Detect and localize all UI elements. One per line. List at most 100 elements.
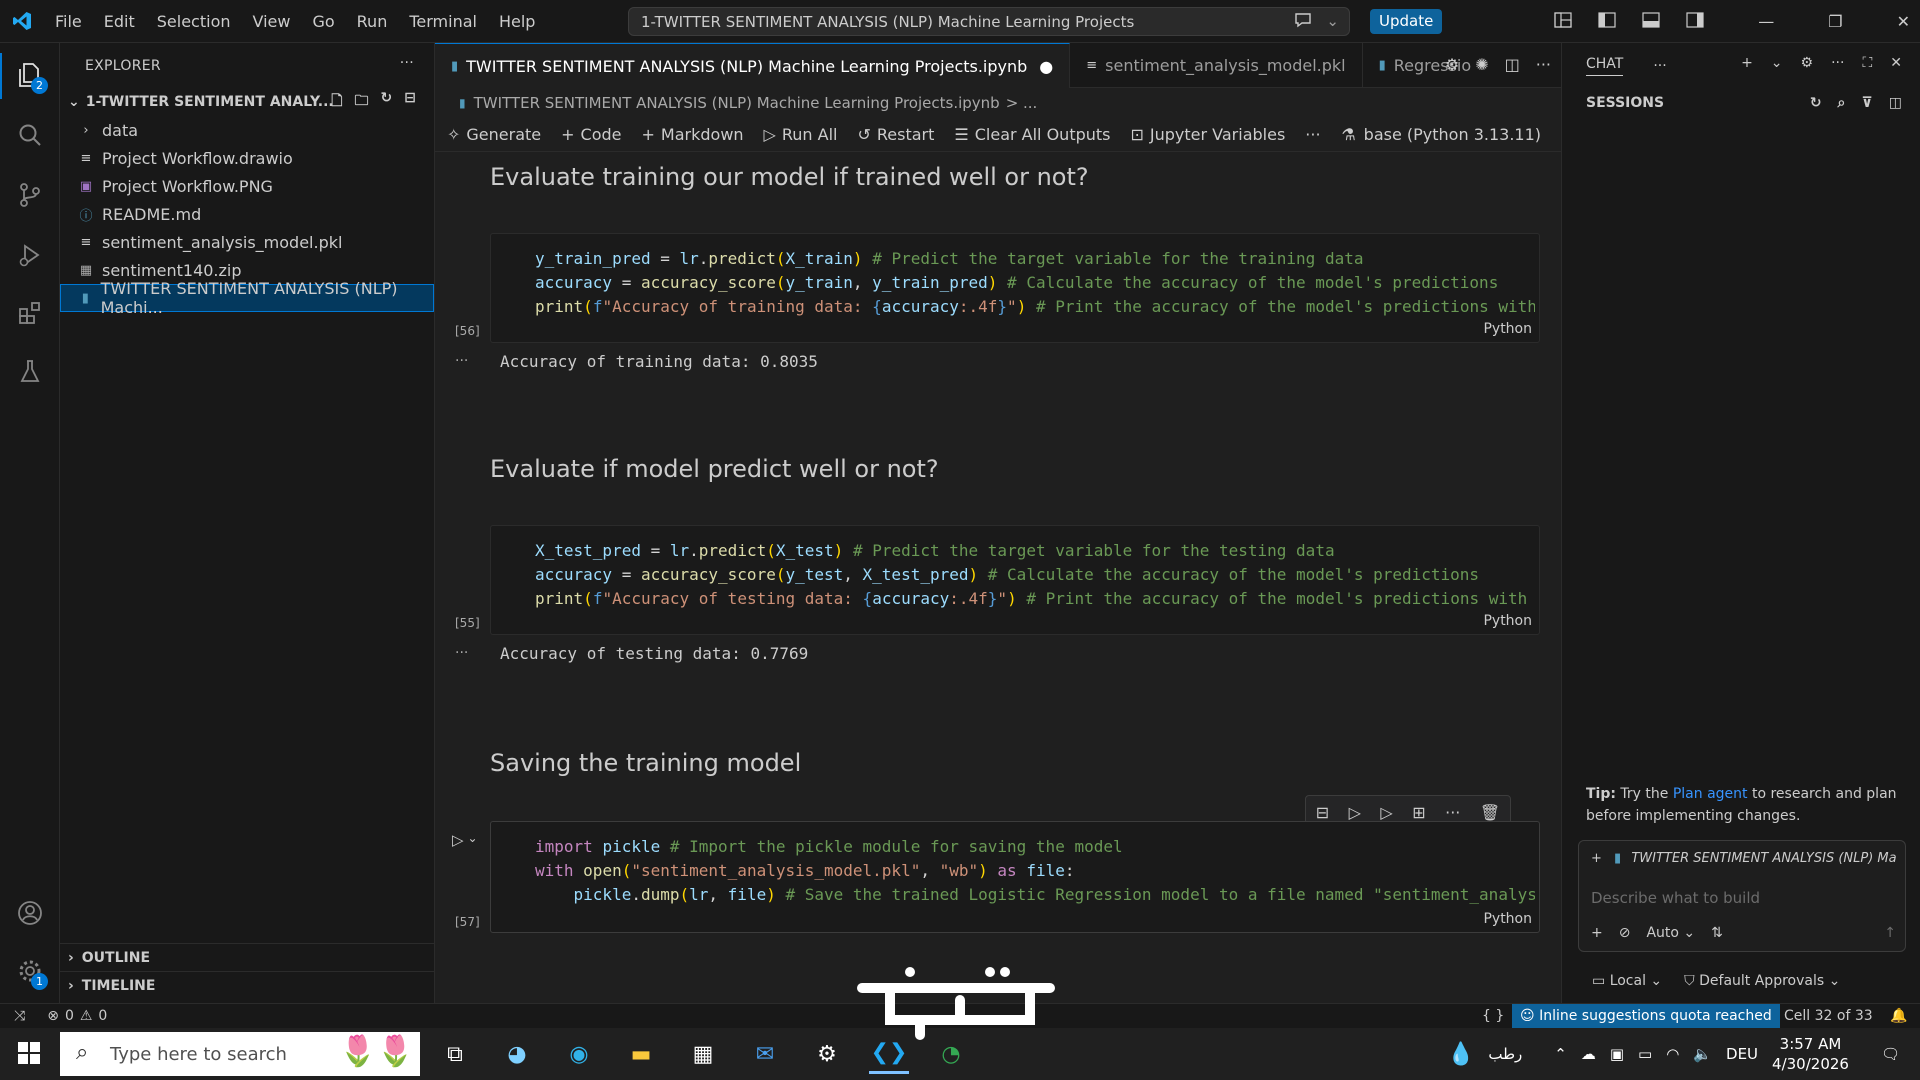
settings-sliders-icon[interactable]: ⇅: [1711, 925, 1723, 941]
close-icon[interactable]: ✕: [1890, 55, 1902, 71]
weather-drop-icon[interactable]: 💧: [1447, 1042, 1474, 1067]
add-context-icon[interactable]: +: [1591, 925, 1603, 941]
toggle-panel-icon[interactable]: [1642, 11, 1660, 32]
code-cell-focused[interactable]: import pickle # Import the pickle module…: [490, 821, 1540, 933]
edge-icon[interactable]: ◉: [559, 1034, 599, 1074]
run-cell-control[interactable]: ▷ ⌄: [452, 831, 492, 849]
language-braces[interactable]: { }: [1482, 1008, 1504, 1024]
refresh-icon[interactable]: ↻: [381, 90, 393, 114]
output-menu-icon[interactable]: ···: [455, 645, 468, 661]
account-icon[interactable]: [14, 897, 46, 929]
mail-icon[interactable]: ✉: [745, 1034, 785, 1074]
close-icon[interactable]: ✕: [1897, 12, 1910, 31]
battery-icon[interactable]: ▭: [1638, 1045, 1652, 1063]
network-monitor-icon[interactable]: ▣: [1610, 1045, 1624, 1063]
copilot-app-icon[interactable]: ◕: [497, 1034, 537, 1074]
layout-icon[interactable]: ◫: [1889, 95, 1902, 111]
generate-button[interactable]: ✧ Generate: [447, 125, 541, 144]
run-by-line-icon[interactable]: ⊟: [1316, 803, 1329, 822]
chrome-icon[interactable]: ◔: [931, 1034, 971, 1074]
output-menu-icon[interactable]: ···: [455, 353, 468, 369]
more-actions-icon[interactable]: ···: [400, 55, 414, 71]
kernel-picker[interactable]: ⚗ base (Python 3.13.11): [1341, 125, 1541, 144]
more-actions-icon[interactable]: ···: [1831, 55, 1844, 71]
restore-icon[interactable]: ❐: [1828, 12, 1842, 31]
onedrive-icon[interactable]: ☁: [1581, 1045, 1596, 1063]
unsaved-dot[interactable]: ●: [1039, 57, 1053, 76]
code-cell[interactable]: y_train_pred = lr.predict(X_train) # Pre…: [490, 233, 1540, 343]
mode-picker[interactable]: Auto ⌄: [1646, 925, 1695, 941]
toggle-primary-sidebar-icon[interactable]: [1598, 11, 1616, 32]
cell-language[interactable]: Python: [1483, 321, 1532, 337]
outline-section[interactable]: › OUTLINE: [60, 943, 435, 971]
tree-item-readme[interactable]: ⓘ README.md: [60, 200, 434, 228]
microsoft-store-icon[interactable]: ▦: [683, 1034, 723, 1074]
remote-icon[interactable]: ⤨: [14, 1008, 25, 1024]
markdown-cell-heading[interactable]: Evaluate training our model if trained w…: [490, 163, 1089, 191]
menu-run[interactable]: Run: [346, 0, 399, 43]
command-center-search[interactable]: 1-TWITTER SENTIMENT ANALYSIS (NLP) Machi…: [628, 7, 1350, 36]
tree-item-png[interactable]: ▣ Project Workflow.PNG: [60, 172, 434, 200]
settings-app-icon[interactable]: ⚙: [807, 1034, 847, 1074]
clear-outputs-button[interactable]: ☰ Clear All Outputs: [954, 125, 1110, 144]
chat-input-box[interactable]: + ▮ TWITTER SENTIMENT ANALYSIS (NLP) Mac…: [1578, 840, 1906, 952]
windows-start-icon[interactable]: [18, 1042, 40, 1068]
chevron-down-icon[interactable]: ⌄: [1771, 55, 1783, 71]
breadcrumb-file[interactable]: TWITTER SENTIMENT ANALYSIS (NLP) Machine…: [474, 94, 1000, 112]
search-icon[interactable]: ⌕: [1838, 95, 1846, 111]
approvals-picker[interactable]: ⛉ Default Approvals ⌄: [1684, 973, 1840, 989]
layout-customize-icon[interactable]: [1554, 11, 1572, 32]
local-picker[interactable]: ▭ Local ⌄: [1592, 973, 1662, 989]
tab-notebook[interactable]: ▮ TWITTER SENTIMENT ANALYSIS (NLP) Machi…: [435, 43, 1071, 88]
run-debug-icon[interactable]: [14, 239, 46, 271]
quota-warning[interactable]: ☺ Inline suggestions quota reached: [1512, 1004, 1780, 1029]
menu-help[interactable]: Help: [488, 0, 546, 43]
add-code-button[interactable]: + Code: [561, 125, 621, 144]
menu-file[interactable]: File: [44, 0, 93, 43]
code-editor[interactable]: X_test_pred = lr.predict(X_test) # Predi…: [535, 539, 1535, 611]
problems-indicator[interactable]: ⊗ 0 ⚠ 0: [47, 1008, 107, 1024]
file-explorer-icon[interactable]: ▬: [621, 1034, 661, 1074]
cell-language[interactable]: Python: [1483, 911, 1532, 927]
more-actions-icon[interactable]: ···: [1653, 58, 1666, 74]
workspace-folder[interactable]: ⌄ 1-TWITTER SENTIMENT ANALY... 🗋 🗀 ↻ ⊟: [60, 88, 434, 116]
toggle-secondary-sidebar-icon[interactable]: [1686, 11, 1704, 32]
gear-icon[interactable]: ⚙: [1445, 55, 1459, 74]
tools-icon[interactable]: ⊘: [1619, 925, 1631, 941]
markdown-cell-heading[interactable]: Evaluate if model predict well or not?: [490, 455, 939, 483]
execute-above-icon[interactable]: ▷: [1349, 803, 1361, 822]
chat-context-attachment[interactable]: + ▮ TWITTER SENTIMENT ANALYSIS (NLP) Mac…: [1591, 851, 1896, 866]
add-markdown-button[interactable]: + Markdown: [642, 125, 744, 144]
testing-flask-icon[interactable]: [14, 355, 46, 387]
cell-language[interactable]: Python: [1483, 613, 1532, 629]
notifications-icon[interactable]: 🗨: [1881, 1045, 1900, 1063]
update-button[interactable]: Update: [1370, 9, 1443, 34]
split-editor-icon[interactable]: ◫: [1505, 55, 1520, 74]
keyboard-language[interactable]: DEU: [1726, 1045, 1758, 1063]
code-editor[interactable]: y_train_pred = lr.predict(X_train) # Pre…: [535, 247, 1535, 319]
new-chat-icon[interactable]: +: [1741, 55, 1753, 71]
taskbar-clock[interactable]: 3:57 AM 4/30/2026: [1772, 1034, 1849, 1074]
run-all-button[interactable]: ▷ Run All: [764, 125, 838, 144]
more-actions-icon[interactable]: ···: [1536, 55, 1551, 74]
timeline-section[interactable]: › TIMELINE: [60, 971, 435, 999]
code-cell[interactable]: X_test_pred = lr.predict(X_test) # Predi…: [490, 525, 1540, 635]
weather-text[interactable]: رطب: [1488, 1045, 1522, 1063]
split-cell-icon[interactable]: ⊞: [1412, 803, 1425, 822]
tab-pkl[interactable]: ≡ sentiment_analysis_model.pkl: [1070, 43, 1363, 88]
tree-item-data[interactable]: › data: [60, 116, 434, 144]
chat-input[interactable]: Describe what to build: [1591, 889, 1760, 907]
cell-position[interactable]: Cell 32 of 33: [1784, 1008, 1873, 1024]
minimize-icon[interactable]: —: [1758, 12, 1774, 31]
chevron-up-icon[interactable]: ⌃: [1554, 1045, 1567, 1063]
menu-terminal[interactable]: Terminal: [398, 0, 488, 43]
jupyter-variables-button[interactable]: ⊡ Jupyter Variables: [1131, 125, 1286, 144]
wifi-icon[interactable]: ◠: [1666, 1045, 1679, 1063]
volume-icon[interactable]: 🔈: [1693, 1045, 1712, 1063]
search-icon[interactable]: [14, 119, 46, 151]
chat-bubble-icon[interactable]: [1294, 12, 1312, 32]
refresh-icon[interactable]: ↻: [1810, 95, 1822, 111]
task-view-icon[interactable]: ⧉: [435, 1034, 475, 1074]
toolbar-more-button[interactable]: ···: [1305, 125, 1320, 144]
menu-selection[interactable]: Selection: [146, 0, 242, 43]
